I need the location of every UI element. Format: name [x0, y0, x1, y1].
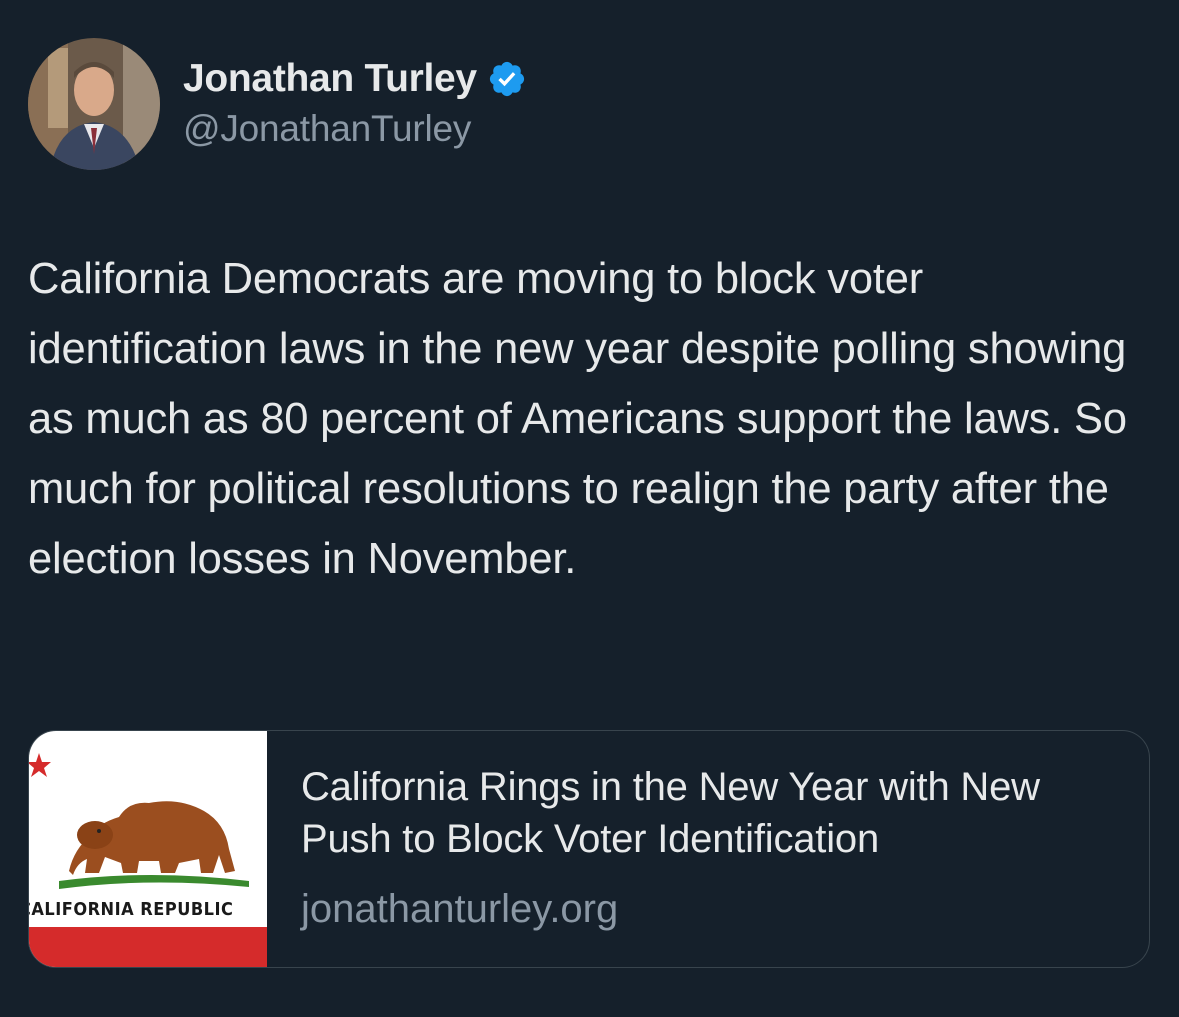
avatar[interactable] — [28, 38, 160, 170]
card-image-caption: CALIFORNIA REPUBLIC — [28, 899, 234, 920]
author-info: Jonathan Turley @JonathanTurley — [183, 56, 527, 150]
card-image[interactable] — [29, 731, 267, 967]
link-card[interactable]: California Rings in the New Year with Ne… — [28, 730, 1150, 968]
tweet-text: California Democrats are moving to block… — [28, 255, 1127, 583]
card-text: California Rings in the New Year with Ne… — [301, 761, 1121, 935]
handle[interactable]: @JonathanTurley — [183, 108, 527, 150]
verified-badge-icon[interactable] — [487, 59, 527, 99]
card-domain[interactable]: jonathanturley.org — [301, 883, 1121, 935]
name-row: Jonathan Turley — [183, 56, 527, 102]
card-title[interactable]: California Rings in the New Year with Ne… — [301, 761, 1121, 865]
display-name[interactable]: Jonathan Turley — [183, 57, 477, 101]
